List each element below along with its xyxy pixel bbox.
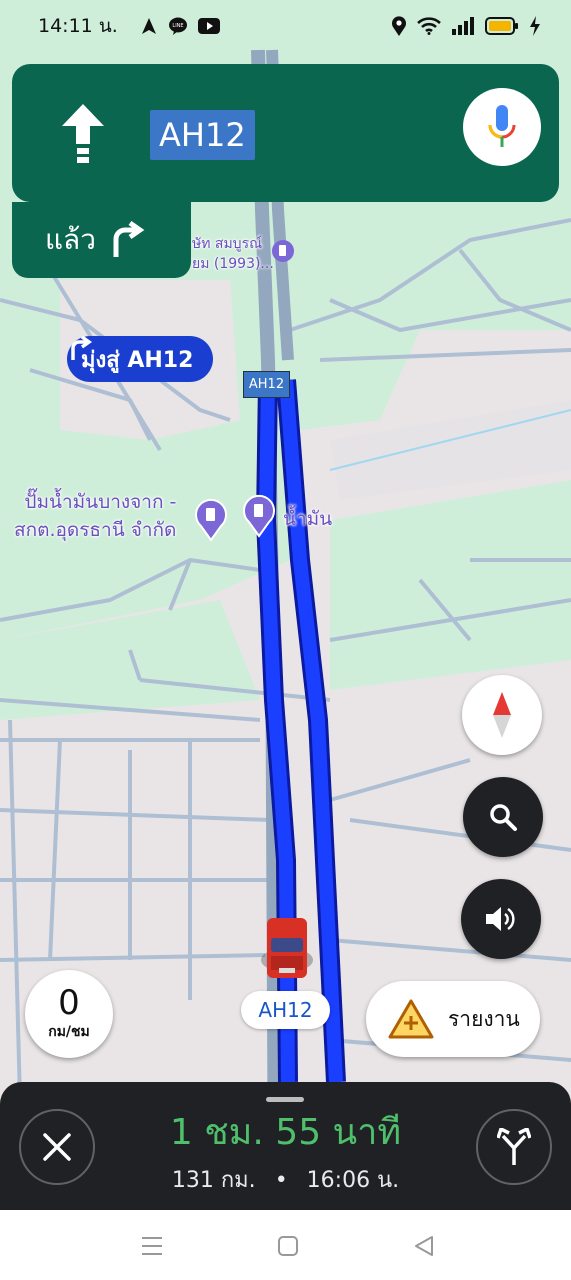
location-icon: [391, 16, 407, 36]
report-warning-icon: [388, 999, 434, 1039]
report-label: รายงาน: [448, 1006, 520, 1031]
signal-icon: [451, 17, 475, 35]
toward-road-chip[interactable]: มุ่งสู่ AH12: [67, 336, 214, 382]
route-fork-icon: [497, 1128, 531, 1165]
charging-icon: [529, 16, 541, 36]
turn-right-icon: [71, 336, 93, 360]
status-bar: 14:11 น. LINE: [0, 0, 571, 52]
youtube-icon: [197, 18, 220, 34]
straight-arrow-icon: [60, 104, 106, 168]
battery-icon: [485, 17, 519, 35]
navigation-arrow-icon: [140, 17, 158, 35]
poi-gas-line2: สกต.อุดรธานี จำกัด: [14, 519, 177, 541]
road-shield-marker: AH12: [243, 371, 290, 398]
poi-oil-label[interactable]: น้ำมัน: [283, 504, 332, 534]
speed-unit: กม/ชม: [48, 1024, 90, 1040]
alternate-routes-button[interactable]: [476, 1109, 552, 1185]
back-key-icon[interactable]: [411, 1233, 437, 1259]
compass-button[interactable]: [462, 675, 542, 755]
then-label: แล้ว: [45, 223, 96, 256]
status-time: 14:11 น.: [38, 15, 118, 37]
menu-key-icon[interactable]: [139, 1233, 165, 1259]
road-shield: AH12: [150, 110, 255, 160]
next-maneuver-box[interactable]: แล้ว: [12, 202, 191, 278]
speedometer: 0 กม/ชม: [25, 970, 113, 1058]
poi-company-line2: ยม (1993)...: [192, 256, 274, 272]
trip-distance: 131 กม.: [171, 1168, 256, 1193]
wifi-icon: [417, 17, 441, 35]
line-app-icon: LINE: [168, 16, 188, 36]
poi-gas-station-label[interactable]: ปั๊มน้ำมันบางจาก - สกต.อุดรธานี จำกัด: [14, 488, 176, 544]
arrival-time: 16:06 น.: [306, 1168, 400, 1193]
svg-text:LINE: LINE: [172, 23, 183, 29]
trip-separator: •: [274, 1168, 288, 1193]
turn-right-icon: [113, 221, 145, 257]
gas-station-pin-icon: [272, 240, 294, 262]
system-nav-bar: [0, 1210, 571, 1280]
report-button[interactable]: รายงาน: [366, 981, 540, 1057]
poi-company-label[interactable]: ษัท สมบูรณ์ ยม (1993)...: [192, 234, 274, 274]
vehicle-position-icon: [259, 916, 315, 986]
microphone-icon: [488, 105, 516, 147]
search-along-route-button[interactable]: [463, 777, 543, 857]
speed-value: 0: [58, 983, 80, 1023]
home-key-icon[interactable]: [275, 1233, 301, 1259]
current-road-label: AH12: [241, 991, 330, 1029]
poi-gas-line1: ปั๊มน้ำมันบางจาก -: [24, 491, 177, 513]
sound-button[interactable]: [461, 879, 541, 959]
volume-icon: [486, 907, 515, 931]
toward-road-label: มุ่งสู่ AH12: [81, 347, 194, 373]
voice-search-button[interactable]: [463, 88, 541, 166]
compass-icon: [493, 692, 511, 738]
search-icon: [490, 804, 517, 831]
drag-handle[interactable]: [266, 1097, 304, 1102]
poi-company-line1: ษัท สมบูรณ์: [192, 236, 263, 252]
